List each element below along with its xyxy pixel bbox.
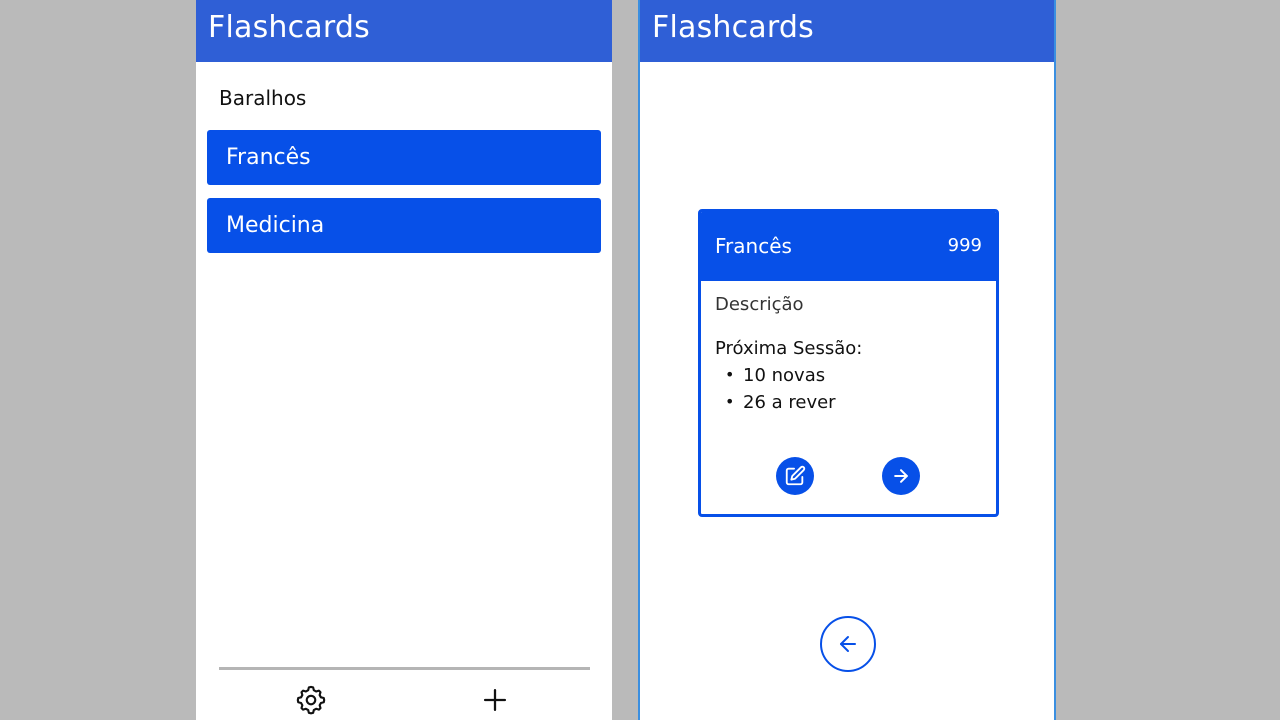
decks-heading: Baralhos xyxy=(219,86,307,110)
list-item: 26 a rever xyxy=(723,389,836,417)
settings-button[interactable] xyxy=(294,683,328,717)
deck-card-description: Descrição xyxy=(715,294,804,315)
deck-card-header: Francês 999 xyxy=(701,212,996,281)
plus-icon xyxy=(483,688,507,712)
app-bar: Flashcards xyxy=(196,0,612,62)
deck-item-medicina[interactable]: Medicina xyxy=(207,198,601,253)
arrow-right-icon xyxy=(894,469,908,483)
deck-item-label: Medicina xyxy=(226,213,325,238)
deck-detail-screen: Flashcards Francês 999 Descrição Próxima… xyxy=(638,0,1056,720)
app-title: Flashcards xyxy=(652,10,814,45)
app-bar: Flashcards xyxy=(640,0,1054,62)
app-title: Flashcards xyxy=(208,10,370,45)
next-session-label: Próxima Sessão: xyxy=(715,338,863,359)
start-session-button[interactable] xyxy=(882,457,920,495)
next-session-list: 10 novas 26 a rever xyxy=(723,362,836,417)
arrow-left-icon xyxy=(840,636,856,652)
deck-item-frances[interactable]: Francês xyxy=(207,130,601,185)
add-deck-button[interactable] xyxy=(478,683,512,717)
deck-list-screen: Flashcards Baralhos Francês Medicina xyxy=(196,0,612,720)
list-item: 10 novas xyxy=(723,362,836,390)
edit-icon xyxy=(785,465,806,486)
deck-card-title: Francês xyxy=(715,234,792,258)
bottom-divider xyxy=(219,667,590,670)
deck-card-count: 999 xyxy=(947,235,982,256)
edit-deck-button[interactable] xyxy=(776,457,814,495)
gear-icon xyxy=(296,685,326,715)
deck-item-label: Francês xyxy=(226,145,311,170)
back-button[interactable] xyxy=(820,616,876,672)
deck-card: Francês 999 Descrição Próxima Sessão: 10… xyxy=(698,209,999,517)
